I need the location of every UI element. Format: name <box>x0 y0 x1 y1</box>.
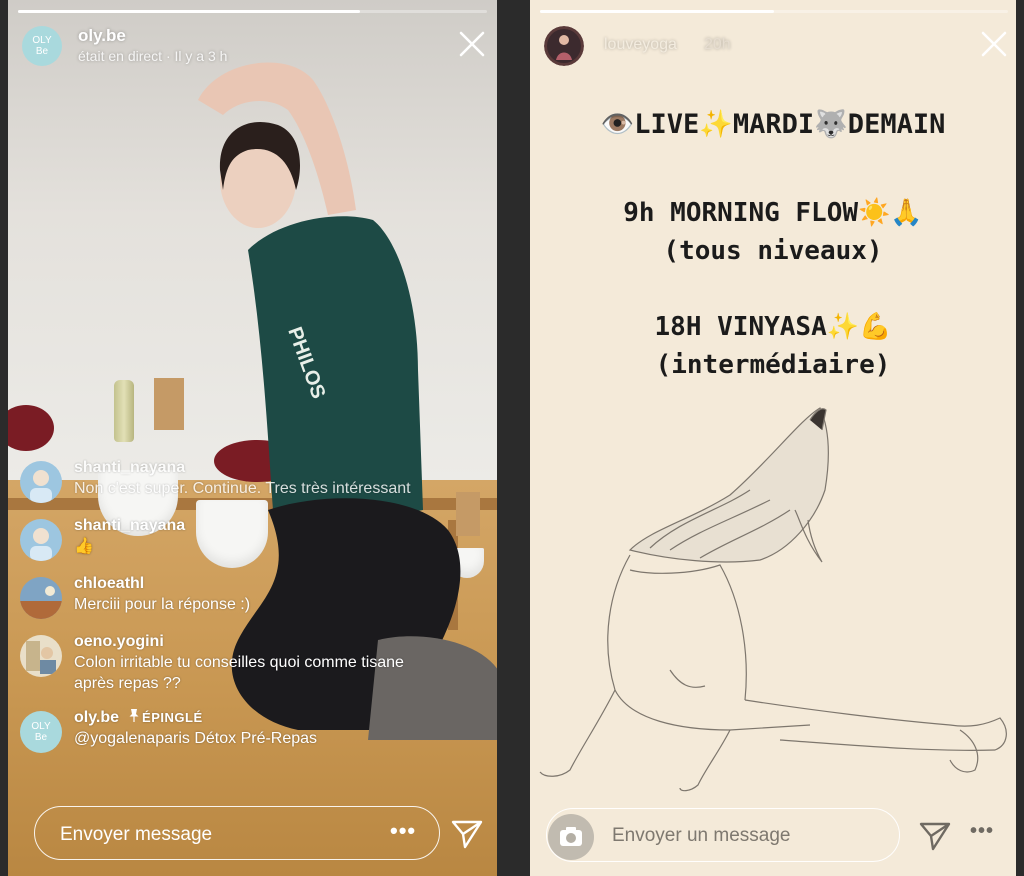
comment-username[interactable]: shanti_nayana <box>74 516 420 536</box>
story-time: 20h <box>704 36 731 53</box>
pinned-username[interactable]: oly.be <box>74 709 119 726</box>
live-status: était en direct · Il y a 3 h <box>78 48 228 64</box>
avatar[interactable] <box>20 461 62 503</box>
comment-username[interactable]: oeno.yogini <box>74 632 420 652</box>
list-item: oeno.yogini Colon irritable tu conseille… <box>20 632 420 694</box>
story-progress-fill <box>540 10 774 13</box>
close-icon[interactable] <box>980 30 1008 58</box>
pin-icon <box>129 709 139 722</box>
profile-avatar[interactable]: OLY Be <box>22 26 62 66</box>
story-progress <box>540 10 1008 13</box>
close-icon[interactable] <box>458 30 486 58</box>
avatar[interactable] <box>20 577 62 619</box>
send-icon[interactable] <box>918 820 952 852</box>
profile-username[interactable]: louveyoga <box>604 36 677 54</box>
live-comments: shanti_nayana Non c'est super. Continue.… <box>20 458 420 766</box>
comment-text: 👍 <box>74 538 94 555</box>
story-text-line: (tous niveaux) <box>663 236 883 266</box>
pinned-text: Détox Pré-Repas <box>194 730 318 747</box>
pinned-label: ÉPINGLÉ <box>142 710 203 725</box>
avatar-logo-text: OLY <box>31 721 51 732</box>
story-progress <box>18 10 487 13</box>
story-text-line: 👁️LIVE✨MARDI🐺DEMAIN <box>600 109 946 140</box>
comment-text: Colon irritable tu conseilles quoi comme… <box>74 654 404 692</box>
profile-username[interactable]: oly.be <box>78 26 126 46</box>
pinned-comment: OLY Be oly.be ÉPINGLÉ @yogalenaparis Déto… <box>20 708 420 753</box>
right-story[interactable]: louveyoga 20h 👁️LIVE✨MARDI🐺DEMAIN 9h MOR… <box>530 0 1016 876</box>
message-placeholder[interactable]: Envoyer message <box>60 824 212 846</box>
comment-text: Non c'est super. Continue. Tres très int… <box>74 480 411 497</box>
story-text-line: 18H VINYASA✨💪 <box>654 312 892 342</box>
mention-link[interactable]: @yogalenaparis <box>74 730 190 747</box>
story-progress-fill <box>18 10 361 13</box>
story-text-line: (intermédiaire) <box>655 350 891 380</box>
send-icon[interactable] <box>450 818 484 850</box>
list-item: shanti_nayana Non c'est super. Continue.… <box>20 458 420 503</box>
comment-text: Merciii pour la réponse :) <box>74 596 251 613</box>
left-live-story[interactable]: PHILOS OLY Be oly.be était en direct · I… <box>8 0 497 876</box>
comment-username[interactable]: chloeathl <box>74 574 420 594</box>
comment-text: @yogalenaparis Détox Pré-Repas <box>74 728 420 749</box>
list-item: shanti_nayana 👍 <box>20 516 420 561</box>
more-options-button[interactable]: ••• <box>390 818 416 844</box>
list-item: chloeathl Merciii pour la réponse :) <box>20 574 420 619</box>
comment-username[interactable]: shanti_nayana <box>74 458 420 478</box>
message-placeholder[interactable]: Envoyer un message <box>612 825 791 847</box>
avatar-logo-text: Be <box>35 46 49 57</box>
avatar[interactable] <box>20 635 62 677</box>
avatar-logo-text: OLY <box>32 35 52 46</box>
story-text-line: 9h MORNING FLOW☀️🙏 <box>623 198 923 228</box>
avatar-logo-text: Be <box>34 732 48 743</box>
profile-avatar[interactable] <box>544 26 584 66</box>
water-bottle <box>114 380 134 442</box>
pinned-badge: ÉPINGLÉ <box>129 709 203 725</box>
avatar[interactable]: OLY Be <box>20 711 62 753</box>
avatar[interactable] <box>20 519 62 561</box>
wolf-yoga-illustration <box>539 407 1007 792</box>
comment-username: oly.be ÉPINGLÉ <box>74 708 420 728</box>
more-options-button[interactable]: ••• <box>970 820 994 843</box>
